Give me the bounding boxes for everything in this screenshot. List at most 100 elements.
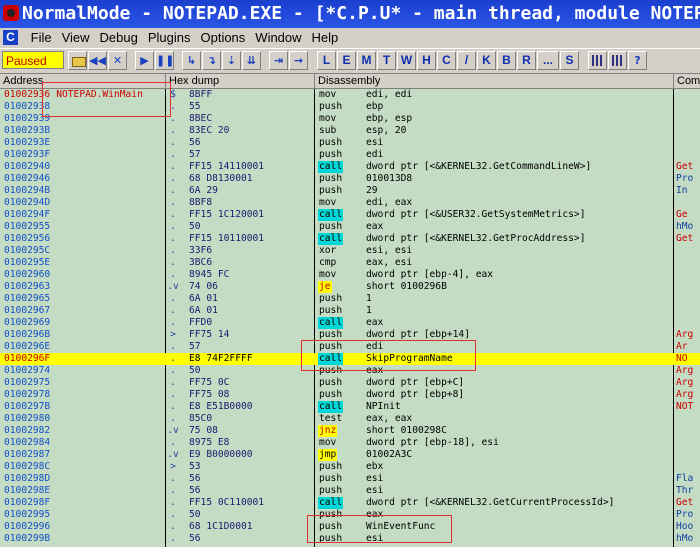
mnemonic: push [319, 461, 343, 472]
window-button-b[interactable]: B [497, 51, 516, 70]
window-button-m[interactable]: M [357, 51, 376, 70]
row-address: 01002967 [4, 305, 50, 317]
menu-bar: C File View Debug Plugins Options Window Help [0, 28, 700, 48]
comment-text: Arg [676, 389, 694, 400]
disasm-row[interactable]: 0100295C. 33F6 xor esi, esi [0, 245, 700, 257]
disasm-row[interactable]: 0100298F. FF15 0C110001 call dword ptr [<&K… [0, 497, 700, 509]
window-button-s[interactable]: S [560, 51, 579, 70]
row-address: 01002996 [4, 521, 50, 533]
disasm-row[interactable]: 0100294B. 6A 29 push 29 In [0, 185, 700, 197]
trace-over-icon[interactable]: ⇊ [242, 51, 261, 70]
disassembly-rows: 01002936 NOTEPAD.WinMain $8BFF mov edi, edi 0… [0, 89, 700, 545]
disasm-row[interactable]: 01002967. 6A 01 push 1 [0, 305, 700, 317]
jump-marker: . [170, 485, 176, 496]
comment-text: Hoo [676, 521, 694, 532]
column-header-comment[interactable]: Comm [674, 74, 700, 89]
menu-options[interactable]: Options [195, 28, 250, 48]
operands: eax [366, 317, 384, 328]
operands: dword ptr [ebp+8] [366, 389, 465, 400]
operands: eax, esi [366, 257, 413, 268]
disasm-row[interactable]: 0100294F. FF15 1C120001 call dword ptr [<&U… [0, 209, 700, 221]
cpu-window-icon[interactable]: C [3, 30, 18, 45]
disasm-row[interactable]: 01002975. FF75 0C push dword ptr [ebp+C] Arg [0, 377, 700, 389]
rewind-icon[interactable]: ◀◀ [88, 51, 107, 70]
execute-till-return-icon[interactable]: ⇥ [269, 51, 288, 70]
disasm-row[interactable]: 01002946. 68 D8130001 push 010013D8 Pro [0, 173, 700, 185]
disasm-row[interactable]: 0100293E. 56 push esi [0, 137, 700, 149]
disasm-row[interactable]: 0100297B. E8 E51B0000 call NPInit NOT [0, 401, 700, 413]
address-text: 01002969 [4, 317, 51, 328]
grid-layout-icon[interactable] [588, 51, 607, 70]
comment-text: Ge [676, 209, 688, 220]
window-button-l[interactable]: L [317, 51, 336, 70]
disasm-row[interactable]: 01002956. FF15 10110001 call dword ptr [<&K… [0, 233, 700, 245]
disasm-row[interactable]: 01002980. 85C0 test eax, eax [0, 413, 700, 425]
open-folder-icon[interactable] [68, 51, 87, 70]
column-header-disassembly[interactable]: Disassembly [315, 74, 674, 89]
operands: 010013D8 [366, 173, 413, 184]
step-over-icon[interactable]: ↴ [202, 51, 221, 70]
cpu-disassembly-pane[interactable]: Address Hex dump Disassembly Comm 010029… [0, 74, 700, 547]
disasm-row[interactable]: 0100295E. 3BC6 cmp eax, esi [0, 257, 700, 269]
disasm-row[interactable]: 01002955. 50 push eax hMo [0, 221, 700, 233]
run-icon[interactable]: ▶ [135, 51, 154, 70]
tiles-icon[interactable] [608, 51, 627, 70]
pause-icon[interactable]: ❚❚ [155, 51, 174, 70]
trace-into-icon[interactable]: ⇣ [222, 51, 241, 70]
address-text: 0100293E [4, 137, 51, 148]
row-address: 01002978 [4, 389, 50, 401]
window-button-t[interactable]: T [377, 51, 396, 70]
disasm-row[interactable]: 01002965. 6A 01 push 1 [0, 293, 700, 305]
disasm-row[interactable]: 0100298D. 56 push esi Fla [0, 473, 700, 485]
hex-bytes: FF15 14110001 [189, 161, 265, 172]
window-button-r[interactable]: R [517, 51, 536, 70]
window-button-h[interactable]: H [417, 51, 436, 70]
disasm-row[interactable]: 01002960. 8945 FC mov dword ptr [ebp-4], ea… [0, 269, 700, 281]
hex-bytes: 57 [189, 149, 201, 160]
help-icon[interactable]: ? [628, 51, 647, 70]
jump-marker: . [170, 497, 176, 508]
go-to-icon[interactable]: → [289, 51, 308, 70]
window-button-w[interactable]: W [397, 51, 416, 70]
menu-view[interactable]: View [57, 28, 95, 48]
hex-bytes: FF15 1C120001 [189, 209, 265, 220]
disasm-row[interactable]: 01002940. FF15 14110001 call dword ptr [<&K… [0, 161, 700, 173]
window-button-run-trace[interactable]: ... [537, 51, 559, 70]
disasm-row[interactable]: 0100293F. 57 push edi [0, 149, 700, 161]
disasm-row[interactable]: 01002978. FF75 08 push dword ptr [ebp+8] Arg [0, 389, 700, 401]
operands: esp, 20 [366, 125, 407, 136]
jump-marker: . [170, 173, 176, 184]
disasm-row[interactable]: 01002982 .v 75 08 jnz short 0100298C [0, 425, 700, 437]
menu-window[interactable]: Window [250, 28, 306, 48]
menu-file[interactable]: File [26, 28, 57, 48]
disasm-row[interactable]: 01002963 .v 74 06 je short 0100296B [0, 281, 700, 293]
disasm-row[interactable]: 0100294D. 8BF8 mov edi, eax [0, 197, 700, 209]
menu-debug[interactable]: Debug [95, 28, 143, 48]
hex-bytes: 8BFF [189, 89, 213, 100]
disasm-row[interactable]: 0100298C >53 push ebx [0, 461, 700, 473]
jump-marker: . [170, 149, 176, 160]
operands: 29 [366, 185, 378, 196]
disasm-row[interactable]: 0100298E. 56 push esi Thr [0, 485, 700, 497]
close-icon[interactable]: ✕ [108, 51, 127, 70]
row-address: 0100299B [4, 533, 50, 545]
hex-bytes: 68 1C1D0001 [189, 521, 253, 532]
disasm-row[interactable]: 0100293B. 83EC 20 sub esp, 20 [0, 125, 700, 137]
window-button-c[interactable]: C [437, 51, 456, 70]
column-header-hex-dump[interactable]: Hex dump [166, 74, 315, 89]
menu-plugins[interactable]: Plugins [143, 28, 196, 48]
disasm-row[interactable]: 01002987 .v E9 B0000000 jmp 01002A3C [0, 449, 700, 461]
row-address: 0100294F [4, 209, 50, 221]
address-text: 01002960 [4, 269, 51, 280]
address-text: 0100294B [4, 185, 51, 196]
window-button-e[interactable]: E [337, 51, 356, 70]
window-button-k[interactable]: K [477, 51, 496, 70]
operands: ebp [366, 101, 384, 112]
step-into-icon[interactable]: ↳ [182, 51, 201, 70]
jump-marker: . [170, 257, 176, 268]
disasm-row[interactable]: 01002984. 8975 E8 mov dword ptr [ebp-18], e… [0, 437, 700, 449]
disasm-row[interactable]: 01002969. FFD0 call eax [0, 317, 700, 329]
row-address: 01002956 [4, 233, 50, 245]
menu-help[interactable]: Help [307, 28, 344, 48]
window-button-patches[interactable]: / [457, 51, 476, 70]
